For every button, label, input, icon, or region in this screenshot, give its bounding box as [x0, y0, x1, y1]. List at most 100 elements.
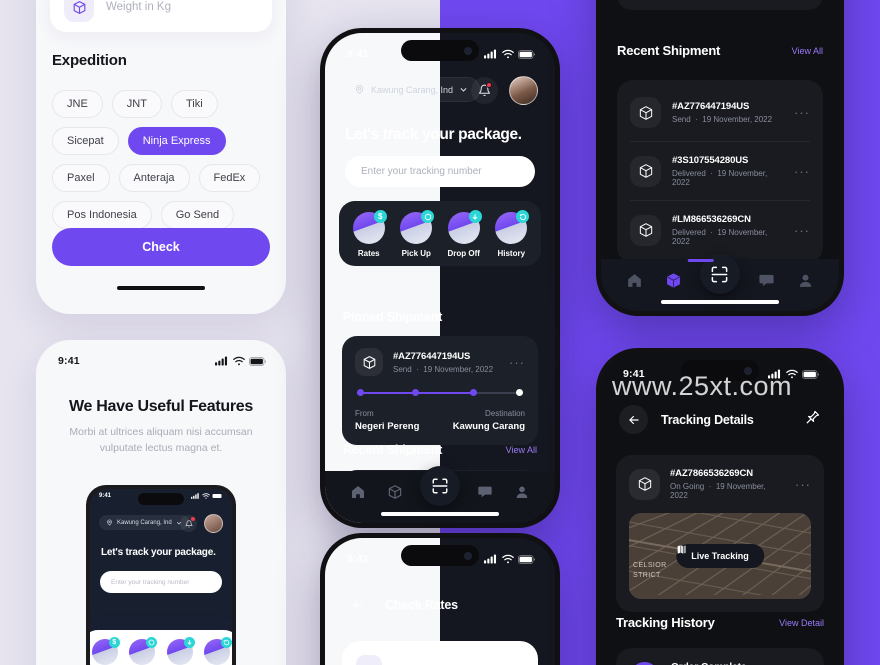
recent-shipment-title: Recent Shipment [617, 43, 721, 58]
nav-home[interactable] [622, 267, 648, 293]
action-label: Drop Off [447, 249, 480, 258]
pinned-shipment-card[interactable]: #AZ776447194US Send · 19 November, 2022 … [342, 336, 538, 445]
status-time: 9:41 [347, 48, 369, 60]
status-time: 9:41 [623, 368, 645, 380]
action-label: Pick Up [401, 249, 431, 258]
more-options-icon[interactable]: ··· [509, 356, 525, 369]
home-icon [351, 486, 364, 498]
from-value: Negeri Pereng [355, 421, 420, 432]
mini-location-pill[interactable]: Kawung Carang, Ind [99, 515, 189, 530]
nav-profile[interactable] [792, 267, 818, 293]
shipment-progress [357, 389, 523, 397]
status-icons [768, 369, 819, 379]
chip-tiki[interactable]: Tiki [170, 90, 218, 118]
more-options-icon[interactable]: ··· [794, 224, 810, 237]
chip-jne[interactable]: JNE [52, 90, 103, 118]
view-detail-link[interactable]: View Detail [779, 618, 824, 628]
home-icon [628, 273, 641, 287]
pickup-icon [400, 210, 435, 244]
nav-scan[interactable] [419, 466, 460, 506]
location-pill[interactable]: Kawung Carang, Ind [342, 77, 481, 102]
shipment-meta: Delivered · 19 November, 2022 [672, 228, 768, 246]
action-history[interactable]: History [490, 210, 532, 258]
status-icons [484, 49, 535, 59]
table-row[interactable]: #AZ776447194US Send · 19 November, 2022 … [630, 84, 810, 142]
wifi-icon [502, 554, 514, 564]
shipment-summary-card[interactable]: #AZ7866536269CN On Going · 19 November, … [616, 455, 824, 612]
table-row[interactable]: #LM866536269CN Delivered · 19 November, … [630, 201, 810, 259]
weight-input[interactable]: Weight in Kg [50, 0, 272, 32]
shipment-id: #AZ776447194US [393, 350, 471, 362]
rates-field-row[interactable] [356, 655, 524, 665]
live-tracking-button[interactable]: Live Tracking [676, 544, 764, 568]
tracking-details-phone: 9:41 Tracking Details #AZ7866536269CN On… [596, 348, 844, 665]
mini-action-pickup[interactable]: Pick Up [125, 637, 159, 665]
avatar[interactable] [509, 76, 538, 105]
action-label: Rates [357, 249, 380, 258]
rates-icon: $ [352, 210, 387, 244]
chip-sicepat[interactable]: Sicepat [52, 127, 119, 155]
mini-notification-button[interactable] [180, 515, 197, 532]
features-panel: 9:41 We Have Useful Features Morbi at ul… [36, 340, 286, 665]
nav-box[interactable] [661, 267, 687, 293]
notification-dot [486, 82, 492, 88]
box-icon [389, 485, 402, 499]
pinned-shipment-header: Pinned Shipment [343, 310, 537, 324]
more-options-icon[interactable]: ··· [794, 106, 810, 119]
mini-tracking-input[interactable]: Enter your tracking number [100, 571, 222, 593]
home-indicator [117, 286, 205, 290]
view-all-link[interactable]: View All [792, 46, 823, 56]
chip-ninja-express[interactable]: Ninja Express [127, 127, 226, 155]
nav-home[interactable] [345, 479, 371, 505]
map-preview[interactable]: CELSIOR STRICT Live Tracking [629, 513, 811, 599]
chip-pos-indonesia[interactable]: Pos Indonesia [52, 201, 152, 229]
features-subtitle: Morbi at ultrices aliquam nisi accumsan … [69, 426, 253, 454]
wifi-icon [202, 493, 210, 499]
nav-box[interactable] [382, 479, 408, 505]
box-icon [64, 0, 94, 22]
pin-button[interactable] [804, 409, 821, 431]
box-icon [667, 272, 681, 288]
action-pickup[interactable]: Pick Up [395, 210, 437, 258]
chip-paxel[interactable]: Paxel [52, 164, 110, 192]
recent-shipment-title: Recent Shipment [343, 443, 443, 457]
view-all-link[interactable]: View All [506, 445, 537, 455]
box-icon [630, 155, 661, 187]
quick-actions: $ Rates Pick Up Drop Off History [339, 201, 541, 266]
scan-icon [432, 478, 448, 494]
status-icons [484, 554, 535, 564]
chip-jnt[interactable]: JNT [111, 90, 162, 118]
wifi-icon [786, 369, 798, 379]
back-button[interactable] [619, 405, 648, 434]
chip-go-send[interactable]: Go Send [160, 201, 235, 229]
more-options-icon[interactable]: ··· [794, 165, 810, 178]
mini-avatar[interactable] [204, 514, 223, 533]
action-rates[interactable]: $ Rates [348, 210, 390, 258]
action-dropoff[interactable]: Drop Off [443, 210, 485, 258]
map-book-icon [677, 545, 686, 554]
tracking-number-input[interactable]: Enter your tracking number [345, 156, 535, 187]
mini-action-rates[interactable]: $ Rates [90, 637, 122, 665]
notch [401, 545, 479, 566]
map-label: CELSIOR [633, 562, 667, 569]
shipment-id: #AZ7866536269CN [670, 468, 754, 479]
nav-profile[interactable] [509, 479, 535, 505]
chip-fedex[interactable]: FedEx [198, 164, 261, 192]
nav-chat[interactable] [753, 267, 779, 293]
back-button[interactable] [343, 590, 372, 619]
rates-title: Check Rates [385, 597, 458, 612]
more-options-icon[interactable]: ··· [795, 478, 811, 491]
action-label: History [497, 249, 526, 258]
mini-action-history[interactable]: History [200, 637, 232, 665]
signal-icon [768, 369, 781, 379]
mini-action-dropoff[interactable]: Drop Off [163, 637, 197, 665]
notification-button[interactable] [471, 77, 498, 104]
recent-shipment-header: Recent Shipment View All [617, 43, 823, 58]
chip-anteraja[interactable]: Anteraja [118, 164, 190, 192]
signal-icon [484, 49, 497, 59]
battery-icon [249, 356, 266, 366]
table-row[interactable]: #3S107554280US Delivered · 19 November, … [630, 142, 810, 201]
signal-icon [484, 554, 497, 564]
check-button[interactable]: Check [52, 228, 270, 266]
nav-chat[interactable] [472, 479, 498, 505]
